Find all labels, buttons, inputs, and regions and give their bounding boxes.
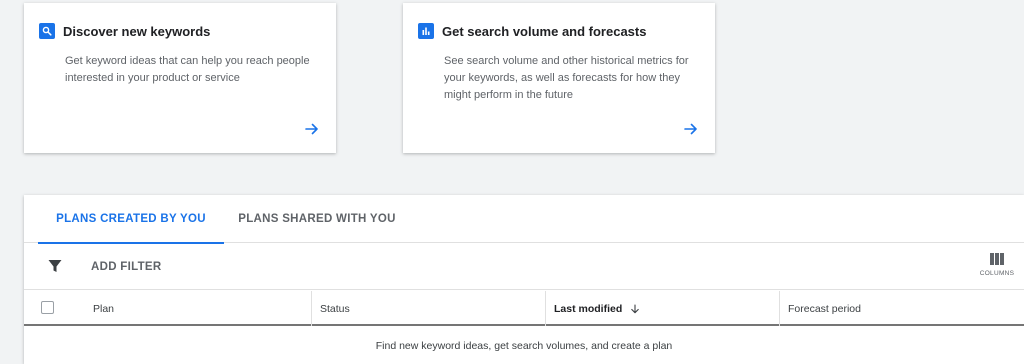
plans-panel: PLANS CREATED BY YOU PLANS SHARED WITH Y… bbox=[24, 195, 1024, 364]
column-header-status[interactable]: Status bbox=[311, 291, 545, 326]
column-header-plan[interactable]: Plan bbox=[85, 291, 309, 326]
filter-toolbar: ADD FILTER COLUMNS bbox=[24, 243, 1024, 290]
card-description: See search volume and other historical m… bbox=[444, 55, 689, 101]
search-volume-forecasts-card[interactable]: Get search volume and forecasts See sear… bbox=[403, 3, 715, 153]
columns-button[interactable]: COLUMNS bbox=[980, 253, 1014, 283]
arrow-down-icon bbox=[631, 303, 640, 313]
column-header-label: Status bbox=[320, 302, 350, 315]
card-title-row: Get search volume and forecasts bbox=[418, 23, 646, 39]
card-title: Get search volume and forecasts bbox=[442, 23, 647, 39]
search-icon bbox=[39, 23, 55, 39]
column-header-last-modified[interactable]: Last modified bbox=[545, 291, 779, 326]
arrow-right-icon[interactable] bbox=[683, 121, 699, 137]
select-all-checkbox[interactable] bbox=[41, 301, 54, 314]
card-title-row: Discover new keywords bbox=[39, 23, 210, 39]
plans-tabs: PLANS CREATED BY YOU PLANS SHARED WITH Y… bbox=[24, 195, 1024, 244]
column-header-label: Plan bbox=[93, 302, 115, 315]
column-header-forecast-period[interactable]: Forecast period bbox=[779, 291, 1024, 326]
tab-plans-shared-with-you[interactable]: PLANS SHARED WITH YOU bbox=[224, 195, 410, 243]
card-description: Get keyword ideas that can help you reac… bbox=[65, 55, 310, 84]
column-header-label: Last modified bbox=[554, 302, 623, 315]
add-filter-button[interactable]: ADD FILTER bbox=[91, 243, 162, 290]
table-header: Plan Status Last modified Forecast perio… bbox=[24, 291, 1024, 326]
filter-icon[interactable] bbox=[47, 258, 63, 274]
empty-state-message: Find new keyword ideas, get search volum… bbox=[375, 340, 673, 352]
arrow-right-icon[interactable] bbox=[304, 121, 320, 137]
columns-label: COLUMNS bbox=[979, 270, 1015, 277]
card-title: Discover new keywords bbox=[63, 23, 211, 39]
bar-chart-icon bbox=[418, 23, 434, 39]
discover-keywords-card[interactable]: Discover new keywords Get keyword ideas … bbox=[24, 3, 336, 153]
column-header-label: Forecast period bbox=[788, 302, 861, 315]
columns-icon bbox=[990, 253, 1004, 265]
tab-plans-created-by-you[interactable]: PLANS CREATED BY YOU bbox=[38, 195, 224, 244]
